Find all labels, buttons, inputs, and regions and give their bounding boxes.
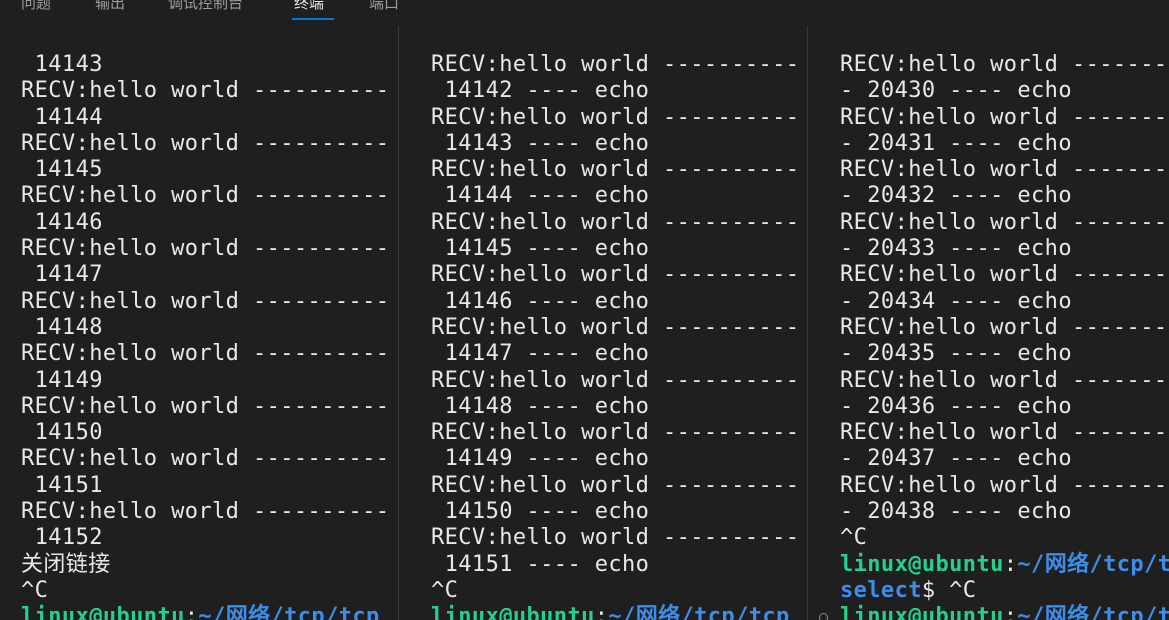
prompt-separator: : [184,604,199,620]
prompt-path: ~/网络/tcp/t [1017,551,1169,577]
terminal-line: 14146 ---- echo [431,288,650,314]
terminal-line: RECV:hello world -------- [840,367,1169,393]
terminal-line: RECV:hello world ---------- [21,393,390,419]
terminal-line: RECV:hello world ---------- [21,499,390,525]
prompt-command: $ ^C [921,577,977,603]
terminal-line: - 20435 ---- echo [840,341,1072,367]
tab-problems[interactable]: 问题 [21,0,51,13]
tab-output[interactable]: 输出 [95,0,125,13]
terminal-line: RECV:hello world ---------- [431,157,800,183]
terminal-line: RECV:hello world ---------- [431,472,800,498]
terminal-line: 14143 ---- echo [431,130,650,156]
terminal-line: RECV:hello world ---------- [431,420,800,446]
terminal-line: - 20437 ---- echo [840,446,1072,472]
shell-prompt: linux@ubuntu:~/网络/tcp/tcp [21,604,389,620]
terminal-line: RECV:hello world -------- [840,314,1169,340]
tab-ports[interactable]: 端口 [369,0,399,13]
terminal-line: RECV:hello world -------- [840,472,1169,498]
terminal-line: 14148 ---- echo [431,393,650,419]
terminal-line: - 20432 ---- echo [840,183,1072,209]
prompt-separator: : [1003,551,1018,577]
terminal-line: RECV:hello world -------- [840,420,1169,446]
terminal-line: 14151 ---- echo [431,551,650,577]
prompt-separator: : [594,604,609,620]
command-decoration-icon[interactable] [819,613,828,620]
terminal-line: 14146 [21,209,103,235]
terminal-line: RECV:hello world ---------- [431,209,800,235]
tab-debug-console[interactable]: 调试控制台 [168,0,243,13]
terminal-line: RECV:hello world -------- [840,52,1169,77]
shell-prompt-continuation: select$ ^C [840,578,1169,604]
panel-tab-bar: 问题 输出 调试控制台 终端 端口 [0,0,1169,20]
terminal-line: - 20436 ---- echo [840,393,1072,419]
terminal-line: RECV:hello world ---------- [431,104,800,130]
terminal-line: 14144 ---- echo [431,183,650,209]
shell-prompt: linux@ubuntu:~/网络/tcp/t [840,552,1169,578]
terminal-pane-1[interactable]: 14143 RECV:hello world ---------- 14144 … [0,26,398,620]
terminal-line: 14149 ---- echo [431,446,650,472]
terminal-output: RECV:hello world -------- - 20430 ---- e… [840,52,1169,620]
terminal-line: RECV:hello world ---------- [21,183,390,209]
prompt-user: linux@ubuntu [840,551,1004,577]
terminal-line: RECV:hello world ---------- [21,78,390,104]
terminal-line: 关闭链接 [21,551,111,577]
terminal-line: RECV:hello world ---------- [431,262,800,288]
terminal-line: 14151 [21,472,103,498]
close-connection-message: ^C [21,577,49,603]
shell-prompt: linux@ubuntu:~/网络/tcp/tcp [431,604,799,620]
terminal-line: RECV:hello world -------- [840,209,1169,235]
prompt-user: linux@ubuntu [21,604,185,620]
terminal-line: ^C [840,525,868,551]
terminal-line: 14152 [21,525,103,551]
prompt-path: select [840,577,922,603]
terminal-line: RECV:hello world -------- [840,262,1169,288]
terminal-line: 14145 ---- echo [431,236,650,262]
terminal-line: 14145 [21,157,103,183]
terminal-line: 14149 [21,367,103,393]
shell-prompt: linux@ubuntu:~/网络/tcp/t [840,604,1169,620]
active-tab-indicator [292,18,334,20]
prompt-path: ~/网络/tcp/t [1017,604,1169,620]
terminal-line: RECV:hello world -------- [840,157,1169,183]
terminal-line: - 20431 ---- echo [840,130,1072,156]
terminal-line: RECV:hello world ---------- [431,314,800,340]
tab-terminal[interactable]: 终端 [294,0,324,13]
terminal-line: 14144 [21,104,103,130]
terminal-line: 14148 [21,314,103,340]
terminal-line: 14142 ---- echo [431,78,650,104]
terminal-line: RECV:hello world ---------- [431,367,800,393]
prompt-user: linux@ubuntu [431,604,595,620]
terminal-line: - 20433 ---- echo [840,236,1072,262]
terminal-line: 14150 ---- echo [431,499,650,525]
terminal-line: - 20434 ---- echo [840,288,1072,314]
prompt-path: ~/网络/tcp/tcp [198,604,380,620]
terminal-line: RECV:hello world ---------- [431,52,800,77]
prompt-path: ~/网络/tcp/tcp [608,604,790,620]
terminal-line: RECV:hello world ---------- [21,341,390,367]
terminal-pane-2[interactable]: RECV:hello world ---------- 14142 ---- e… [399,26,807,620]
terminal-line: - 20438 ---- echo [840,499,1072,525]
terminal-line: RECV:hello world ---------- [21,288,390,314]
terminal-line: - 20430 ---- echo [840,78,1072,104]
terminal-line: 14150 [21,420,103,446]
terminal-pane-3[interactable]: RECV:hello world -------- - 20430 ---- e… [808,26,1169,620]
prompt-separator: : [1003,604,1018,620]
terminal-line: RECV:hello world ---------- [21,130,390,156]
terminal-line: RECV:hello world ---------- [431,525,800,551]
terminal-line: 14147 ---- echo [431,341,650,367]
terminal-line: 14143 [21,52,103,77]
terminal-line: ^C [431,577,459,603]
terminal-line: RECV:hello world -------- [840,104,1169,130]
terminal-output: 14143 RECV:hello world ---------- 14144 … [21,52,389,620]
terminal-line: RECV:hello world ---------- [21,236,390,262]
terminal-output: RECV:hello world ---------- 14142 ---- e… [431,52,799,620]
terminal-line: RECV:hello world ---------- [21,446,390,472]
prompt-user: linux@ubuntu [840,604,1004,620]
terminal-line: 14147 [21,262,103,288]
